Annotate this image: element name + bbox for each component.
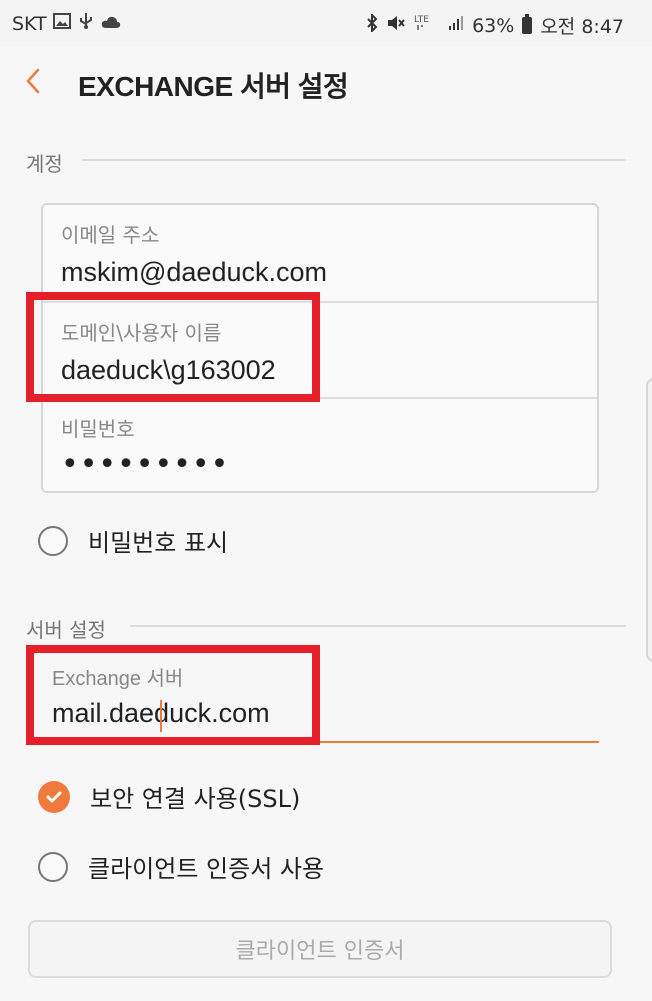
lte-icon: LTE (414, 13, 440, 38)
client-cert-option[interactable]: 클라이언트 인증서 사용 (38, 849, 324, 884)
show-password-option[interactable]: 비밀번호 표시 (38, 523, 228, 558)
status-bar: SKT LTE 63% 오전 8:47 (0, 0, 652, 46)
server-highlight-box (26, 645, 320, 745)
checkmark-icon (46, 791, 62, 802)
client-cert-radio[interactable] (38, 851, 68, 882)
chevron-left-icon[interactable] (20, 66, 50, 96)
email-field-label: 이메일 주소 (61, 223, 160, 247)
clock: 오전 8:47 (540, 16, 624, 38)
cloud-icon (101, 14, 121, 34)
ssl-checkbox[interactable] (38, 780, 70, 813)
ssl-option[interactable]: 보안 연결 사용(SSL) (38, 779, 300, 814)
status-right: LTE 63% 오전 8:47 (366, 12, 624, 39)
server-section-divider (130, 625, 626, 627)
carrier-label: SKT (12, 12, 47, 35)
battery-icon (522, 14, 533, 34)
client-cert-button[interactable]: 클라이언트 인증서 (28, 920, 612, 978)
account-section-divider (82, 159, 626, 161)
text-cursor (160, 700, 162, 732)
signal-icon (448, 15, 464, 36)
bluetooth-icon (366, 12, 378, 37)
show-password-radio[interactable] (38, 525, 68, 556)
domain-username-field-value[interactable]: daeduck\g163002 (61, 355, 276, 386)
battery-percent: 63% (472, 14, 515, 37)
svg-text:LTE: LTE (414, 15, 429, 25)
account-card: 이메일 주소 mskim@daeduck.com 도메인\사용자 이름 daed… (41, 203, 599, 493)
domain-username-field-label: 도메인\사용자 이름 (61, 321, 222, 345)
password-field-label: 비밀번호 (61, 417, 135, 441)
domain-username-field[interactable]: 도메인\사용자 이름 daeduck\g163002 (43, 301, 597, 399)
password-field[interactable]: 비밀번호 ••••••••• (43, 397, 597, 495)
ssl-label: 보안 연결 사용(SSL) (90, 785, 301, 813)
usb-icon (77, 12, 95, 35)
password-field-value[interactable]: ••••••••• (61, 447, 229, 482)
mute-icon (386, 14, 406, 37)
app-bar: EXCHANGE 서버 설정 (0, 46, 652, 120)
scroll-handle[interactable] (646, 378, 652, 662)
exchange-server-underline (40, 741, 599, 743)
exchange-server-label: Exchange 서버 (52, 668, 184, 690)
server-section-label: 서버 설정 (26, 618, 106, 642)
show-password-label: 비밀번호 표시 (88, 529, 229, 557)
account-section-label: 계정 (26, 152, 63, 176)
gallery-icon (52, 13, 71, 34)
client-cert-label: 클라이언트 인증서 사용 (88, 855, 325, 883)
status-left: SKT (12, 12, 121, 35)
email-field-value[interactable]: mskim@daeduck.com (61, 257, 327, 288)
email-field[interactable]: 이메일 주소 mskim@daeduck.com (43, 205, 597, 301)
page-title: EXCHANGE 서버 설정 (78, 71, 349, 102)
